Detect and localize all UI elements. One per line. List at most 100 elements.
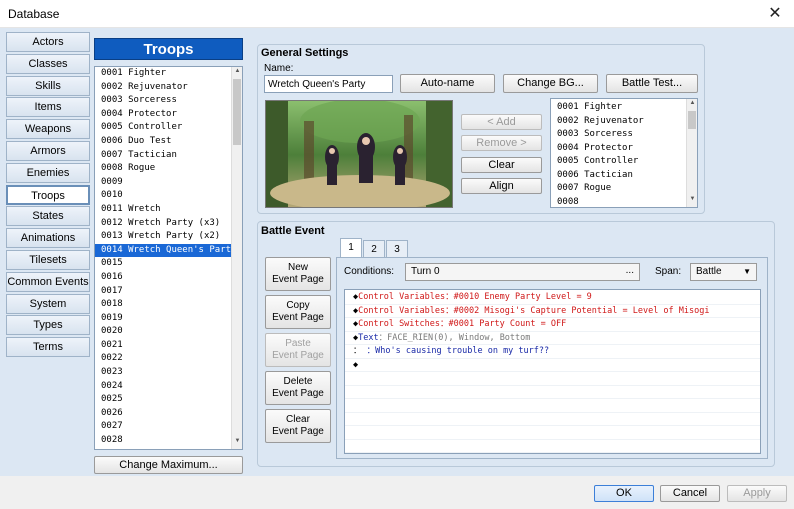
tab-page-3[interactable]: 3 — [386, 240, 408, 258]
troop-list-item[interactable]: 0008 Rogue — [95, 162, 232, 176]
event-command-line[interactable]: ： ：Who's causing trouble on my turf?? — [345, 345, 760, 359]
troop-list-item[interactable]: 0021 — [95, 339, 232, 353]
tab-weapons[interactable]: Weapons — [6, 119, 90, 140]
troop-list-item[interactable]: 0006 Duo Test — [95, 135, 232, 149]
troop-list-item[interactable]: 0028 — [95, 434, 232, 448]
troop-list-item[interactable]: 0027 — [95, 420, 232, 434]
auto-name-button[interactable]: Auto-name — [400, 74, 495, 93]
troop-list-item[interactable]: 0007 Tactician — [95, 149, 232, 163]
troop-list-item[interactable]: 0018 — [95, 298, 232, 312]
troop-list-item[interactable]: 0026 — [95, 407, 232, 421]
enemy-list-item[interactable]: 0005 Controller — [551, 155, 688, 169]
event-command-line[interactable]: ◆Text：FACE_RIEN(0), Window, Bottom — [345, 332, 760, 345]
battle-event-title: Battle Event — [261, 225, 325, 237]
database-client: Actors Classes Skills Items Weapons Armors Ene… — [0, 28, 794, 509]
event-command-line[interactable]: ◆Control Switches：#0001 Party Count = OF… — [345, 318, 760, 332]
scroll-thumb[interactable] — [233, 79, 241, 145]
cancel-button[interactable]: Cancel — [660, 485, 720, 502]
enemy-list-scrollbar[interactable]: ▲ ▼ — [686, 99, 697, 207]
tab-animations[interactable]: Animations — [6, 228, 90, 249]
enemy-list-item[interactable]: 0006 Tactician — [551, 169, 688, 183]
change-maximum-button[interactable]: Change Maximum... — [94, 456, 243, 474]
remove-enemy-button[interactable]: Remove > — [461, 135, 542, 151]
enemy-list-item[interactable]: 0002 Rejuvenator — [551, 115, 688, 129]
enemy-list-item[interactable]: 0007 Rogue — [551, 182, 688, 196]
conditions-field[interactable]: Turn 0 ... — [405, 263, 640, 281]
delete-event-page-button[interactable]: Delete Event Page — [265, 371, 331, 405]
scroll-up-icon[interactable]: ▲ — [233, 68, 242, 78]
tab-page-2[interactable]: 2 — [363, 240, 385, 258]
tab-classes[interactable]: Classes — [6, 53, 90, 74]
enemy-list[interactable]: 0001 Fighter 0002 Rejuvenator 0003 Sorcere… — [550, 98, 698, 208]
clear-event-page-button[interactable]: Clear Event Page — [265, 409, 331, 443]
troop-list-item[interactable]: 0009 — [95, 176, 232, 190]
troop-list-item[interactable]: 0015 — [95, 257, 232, 271]
scroll-down-icon[interactable]: ▼ — [688, 196, 697, 206]
enemy-list-item[interactable]: 0003 Sorceress — [551, 128, 688, 142]
troop-list-item[interactable]: 0005 Controller — [95, 121, 232, 135]
ok-button[interactable]: OK — [594, 485, 654, 502]
tab-skills[interactable]: Skills — [6, 75, 90, 96]
troops-header: Troops — [94, 38, 243, 60]
apply-button[interactable]: Apply — [727, 485, 787, 502]
enemy-list-item[interactable]: 0008 — [551, 196, 688, 208]
tab-enemies[interactable]: Enemies — [6, 162, 90, 183]
clear-enemies-button[interactable]: Clear — [461, 157, 542, 173]
tab-tilesets[interactable]: Tilesets — [6, 249, 90, 270]
new-event-page-button[interactable]: New Event Page — [265, 257, 331, 291]
copy-event-page-button[interactable]: Copy Event Page — [265, 295, 331, 329]
event-command-line[interactable]: ◆ — [345, 359, 760, 372]
troop-list-item[interactable]: 0004 Protector — [95, 108, 232, 122]
troop-list-item[interactable]: 0013 Wretch Party (x2) — [95, 230, 232, 244]
scroll-thumb[interactable] — [688, 111, 696, 129]
battle-background-preview[interactable] — [265, 100, 453, 208]
event-command-line[interactable]: ◆Control Variables：#0010 Enemy Party Lev… — [345, 291, 760, 305]
troop-list-item[interactable]: 0011 Wretch — [95, 203, 232, 217]
troop-list-item[interactable]: 0014 Wretch Queen's Party — [95, 243, 236, 258]
troop-list-scrollbar[interactable]: ▲ ▼ — [231, 67, 242, 449]
command-text: Control Variables：#0010 Enemy Party Leve… — [358, 292, 592, 302]
troop-list-item[interactable]: 0010 — [95, 189, 232, 203]
troop-list-item[interactable]: 0025 — [95, 393, 232, 407]
tab-armors[interactable]: Armors — [6, 140, 90, 161]
tab-types[interactable]: Types — [6, 315, 90, 336]
battle-test-button[interactable]: Battle Test... — [606, 74, 698, 93]
troop-list-item[interactable]: 0022 — [95, 352, 232, 366]
event-command-line[interactable]: ◆Control Variables：#0002 Misogi's Captur… — [345, 305, 760, 318]
troop-list[interactable]: 0001 Fighter 0002 Rejuvenator 0003 Sorcere… — [94, 66, 243, 450]
troop-list-item[interactable]: 0020 — [95, 325, 232, 339]
troop-list-item[interactable]: 0023 — [95, 366, 232, 380]
troop-list-item[interactable]: 0019 — [95, 312, 232, 326]
name-field[interactable] — [264, 75, 393, 93]
tab-system[interactable]: System — [6, 293, 90, 314]
add-enemy-button[interactable]: < Add — [461, 114, 542, 130]
tab-page-1[interactable]: 1 — [340, 238, 362, 258]
tab-terms[interactable]: Terms — [6, 337, 90, 358]
enemy-list-item[interactable]: 0001 Fighter — [551, 101, 688, 115]
tab-items[interactable]: Items — [6, 97, 90, 118]
paste-event-page-button[interactable]: Paste Event Page — [265, 333, 331, 367]
event-command-list[interactable]: ◆ Control Variables：#0010 Enemy Party Lev… — [344, 289, 761, 454]
troop-list-item[interactable]: 0002 Rejuvenator — [95, 81, 232, 95]
scroll-up-icon[interactable]: ▲ — [688, 100, 697, 110]
command-items: ◆ Control Variables：#0010 Enemy Party Lev… — [345, 290, 760, 453]
tab-troops[interactable]: Troops — [6, 184, 90, 205]
change-bg-button[interactable]: Change BG... — [503, 74, 598, 93]
troop-list-item[interactable]: 0003 Sorceress — [95, 94, 232, 108]
troop-list-item[interactable]: 0001 Fighter — [95, 67, 232, 81]
chevron-down-icon: ▼ — [743, 267, 751, 276]
close-icon[interactable]: ✕ — [764, 3, 786, 25]
enemy-list-item[interactable]: 0004 Protector — [551, 142, 688, 156]
troop-list-item[interactable]: 0017 — [95, 285, 232, 299]
tab-actors[interactable]: Actors — [6, 32, 90, 52]
span-select[interactable]: Battle ▼ — [690, 263, 757, 281]
window-title: Database — [8, 7, 60, 21]
tab-common-events[interactable]: Common Events — [6, 271, 90, 292]
scroll-down-icon[interactable]: ▼ — [233, 438, 242, 448]
troop-list-item[interactable]: 0016 — [95, 271, 232, 285]
conditions-more-icon[interactable]: ... — [626, 263, 634, 279]
tab-states[interactable]: States — [6, 206, 90, 227]
troop-list-item[interactable]: 0024 — [95, 380, 232, 394]
troop-list-item[interactable]: 0012 Wretch Party (x3) — [95, 217, 232, 231]
align-enemies-button[interactable]: Align — [461, 178, 542, 194]
